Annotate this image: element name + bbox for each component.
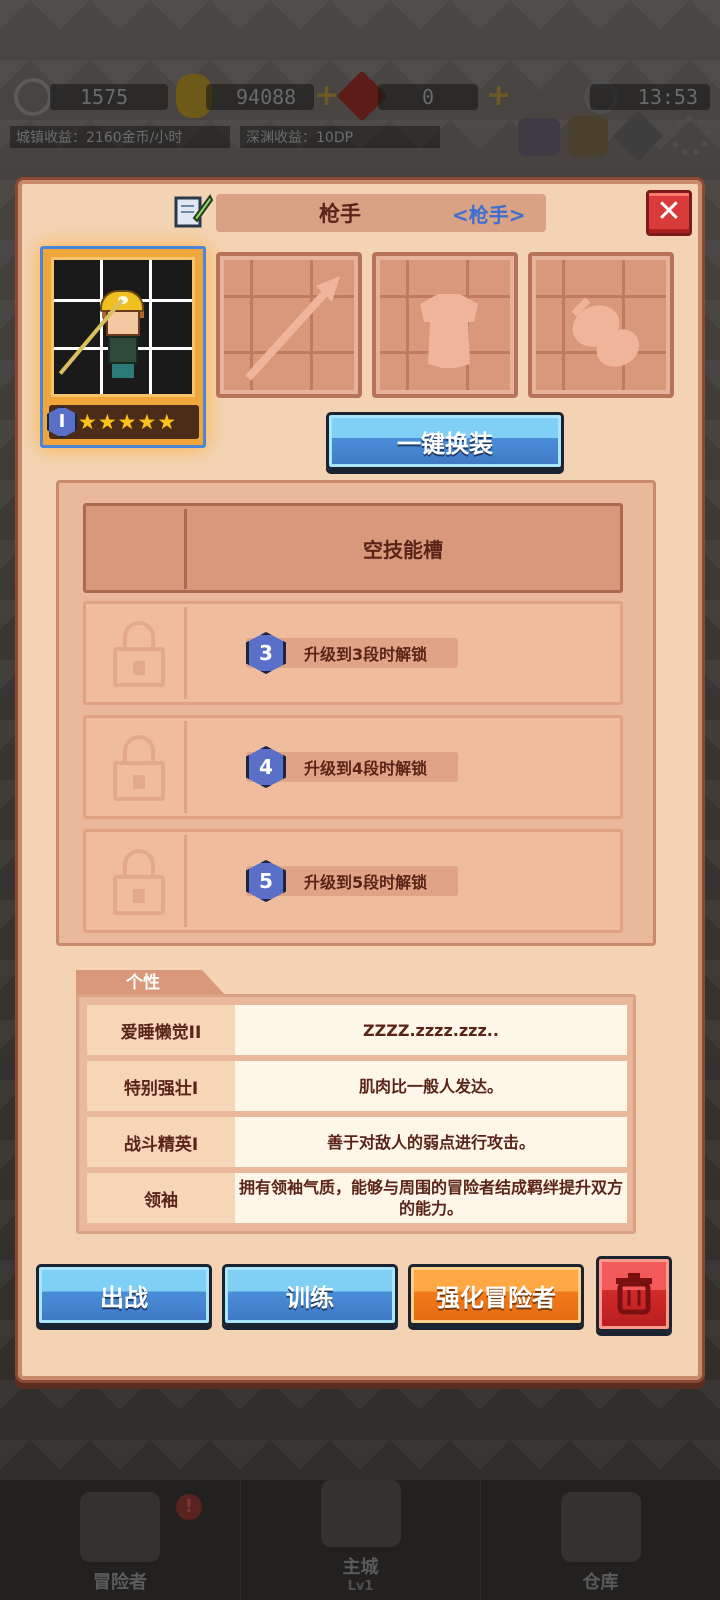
armor-silhouette-icon — [420, 294, 478, 368]
trait-name: 领袖 — [87, 1173, 235, 1223]
trait-row: 战斗精英I 善于对敌人的弱点进行攻击。 — [87, 1117, 627, 1167]
add-gold-icon[interactable]: + — [314, 81, 339, 111]
empty-skill-label: 空技能槽 — [363, 537, 443, 562]
gold-value: 94088 — [236, 85, 297, 109]
enhance-adventurer-button[interactable]: 强化冒险者 — [408, 1264, 584, 1326]
train-button[interactable]: 训练 — [222, 1264, 398, 1326]
trait-name: 特别强壮I — [87, 1061, 235, 1111]
trait-description: 肌肉比一般人发达。 — [235, 1061, 627, 1111]
trait-description: ZZZZ.zzzz.zzz.. — [235, 1005, 627, 1055]
star-icon: ★ — [78, 410, 97, 434]
traits-panel: 爱睡懒觉II ZZZZ.zzzz.zzz.. 特别强壮I 肌肉比一般人发达。 战… — [76, 994, 636, 1234]
trash-can-icon — [616, 1273, 652, 1315]
empty-skill-slot[interactable]: 空技能槽 — [83, 503, 623, 593]
auto-equip-label: 一键换装 — [397, 429, 493, 458]
nav-castle-label: 主城 — [342, 1557, 379, 1578]
skill-slot-panel: 空技能槽 升级到3段时解锁 3 升级到4段时解锁 4 升级到5段时解锁 5 — [56, 480, 656, 946]
nav-warehouse-label: 仓库 — [582, 1572, 619, 1593]
star-icon: ★ — [137, 410, 157, 434]
town-income: 城镇收益：2160金币/小时 — [10, 126, 230, 148]
knight-helmet-icon — [80, 1492, 160, 1562]
energy-icon — [14, 78, 52, 116]
scroll-quill-icon — [174, 194, 214, 228]
locked-skill-slot: 升级到5段时解锁 5 — [83, 829, 623, 933]
bottom-navigation: 冒险者 ! 主城 Lv1 仓库 — [0, 1480, 720, 1600]
trait-name: 战斗精英I — [87, 1117, 235, 1167]
nav-castle[interactable]: 主城 Lv1 — [240, 1480, 480, 1600]
locked-skill-slot: 升级到4段时解锁 4 — [83, 715, 623, 819]
town-income-text: 城镇收益：2160金币/小时 — [16, 130, 183, 146]
nav-adventurers-label: 冒险者 — [93, 1572, 147, 1593]
adventurer-portrait[interactable]: I ★ ★ ★ ★ ★ — [40, 246, 206, 448]
rank-row: I ★ ★ ★ ★ ★ — [47, 405, 199, 439]
adventurer-name: 枪手 — [319, 202, 361, 226]
notification-badge: ! — [176, 1494, 202, 1520]
star-icon: ★ — [97, 410, 117, 434]
skill-icon-box — [89, 835, 187, 927]
clock-value: 13:53 — [637, 85, 698, 109]
accessory-slot[interactable] — [528, 252, 674, 398]
gunner-sprite — [100, 290, 146, 380]
deploy-label: 出战 — [100, 1283, 148, 1312]
lock-icon — [109, 621, 169, 687]
auto-equip-button[interactable]: 一键换装 — [326, 412, 564, 470]
weapon-slot[interactable] — [216, 252, 362, 398]
nav-adventurers[interactable]: 冒险者 ! — [0, 1480, 240, 1600]
lock-icon — [109, 735, 169, 801]
trait-row: 特别强壮I 肌肉比一般人发达。 — [87, 1061, 627, 1111]
armor-slot[interactable] — [372, 252, 518, 398]
trait-row: 领袖 拥有领袖气质，能够与周围的冒险者结成羁绊提升双方的能力。 — [87, 1173, 627, 1223]
gold-counter: 94088 — [206, 84, 314, 110]
nav-warehouse[interactable]: 仓库 — [480, 1480, 720, 1600]
trait-description: 拥有领袖气质，能够与周围的冒险者结成羁绊提升双方的能力。 — [235, 1173, 627, 1223]
castle-icon — [320, 1480, 401, 1547]
energy-value: 1575 — [80, 85, 129, 109]
settings-gear-icon[interactable] — [670, 116, 710, 156]
skill-icon-box — [89, 721, 187, 813]
locked-skill-slot: 升级到3段时解锁 3 — [83, 601, 623, 705]
adventurer-class: <枪手> — [452, 202, 526, 227]
trait-row: 爱睡懒觉II ZZZZ.zzzz.zzz.. — [87, 1005, 627, 1055]
spear-silhouette-icon — [245, 276, 340, 381]
trait-description: 善于对敌人的弱点进行攻击。 — [235, 1117, 627, 1167]
add-gem-icon[interactable]: + — [486, 81, 511, 111]
pouch-silhouette-icon — [571, 297, 640, 367]
star-icon: ★ — [157, 410, 177, 434]
clock-display: 13:53 — [590, 84, 710, 110]
traits-header: 个性 — [76, 970, 226, 996]
energy-counter: 1575 — [50, 84, 168, 110]
adventurer-detail-dialog: 枪手 <枪手> ✕ I ★ ★ ★ ★ ★ 一键换装 空技能槽 升级到3段时解锁… — [18, 180, 702, 1380]
party-icon[interactable] — [518, 118, 560, 156]
portrait-frame — [51, 257, 195, 397]
abyss-income-text: 深渊收益：10DP — [246, 130, 354, 146]
enhance-label: 强化冒险者 — [436, 1283, 556, 1312]
skill-icon-box — [89, 607, 187, 699]
abyss-income: 深渊收益：10DP — [240, 126, 440, 148]
lock-icon — [109, 849, 169, 915]
close-button[interactable]: ✕ — [646, 190, 692, 236]
trait-name: 爱睡懒觉II — [87, 1005, 235, 1055]
star-icon: ★ — [117, 410, 137, 434]
warehouse-icon — [560, 1492, 641, 1562]
nav-castle-level: Lv1 — [347, 1579, 374, 1594]
skill-icon-box — [89, 509, 187, 589]
gem-value: 0 — [422, 85, 435, 109]
deploy-button[interactable]: 出战 — [36, 1264, 212, 1326]
rank-badge: I — [47, 406, 77, 438]
train-label: 训练 — [286, 1283, 334, 1312]
resource-topbar: 1575 94088 + 0 + 13:53 城镇收益：2160金币/小时 深渊… — [0, 0, 720, 162]
dismiss-button[interactable] — [596, 1256, 672, 1332]
gem-counter: 0 — [378, 84, 478, 110]
shop-icon[interactable] — [568, 116, 608, 156]
compass-icon[interactable] — [612, 110, 664, 162]
title-bar: 枪手 <枪手> — [216, 194, 546, 232]
